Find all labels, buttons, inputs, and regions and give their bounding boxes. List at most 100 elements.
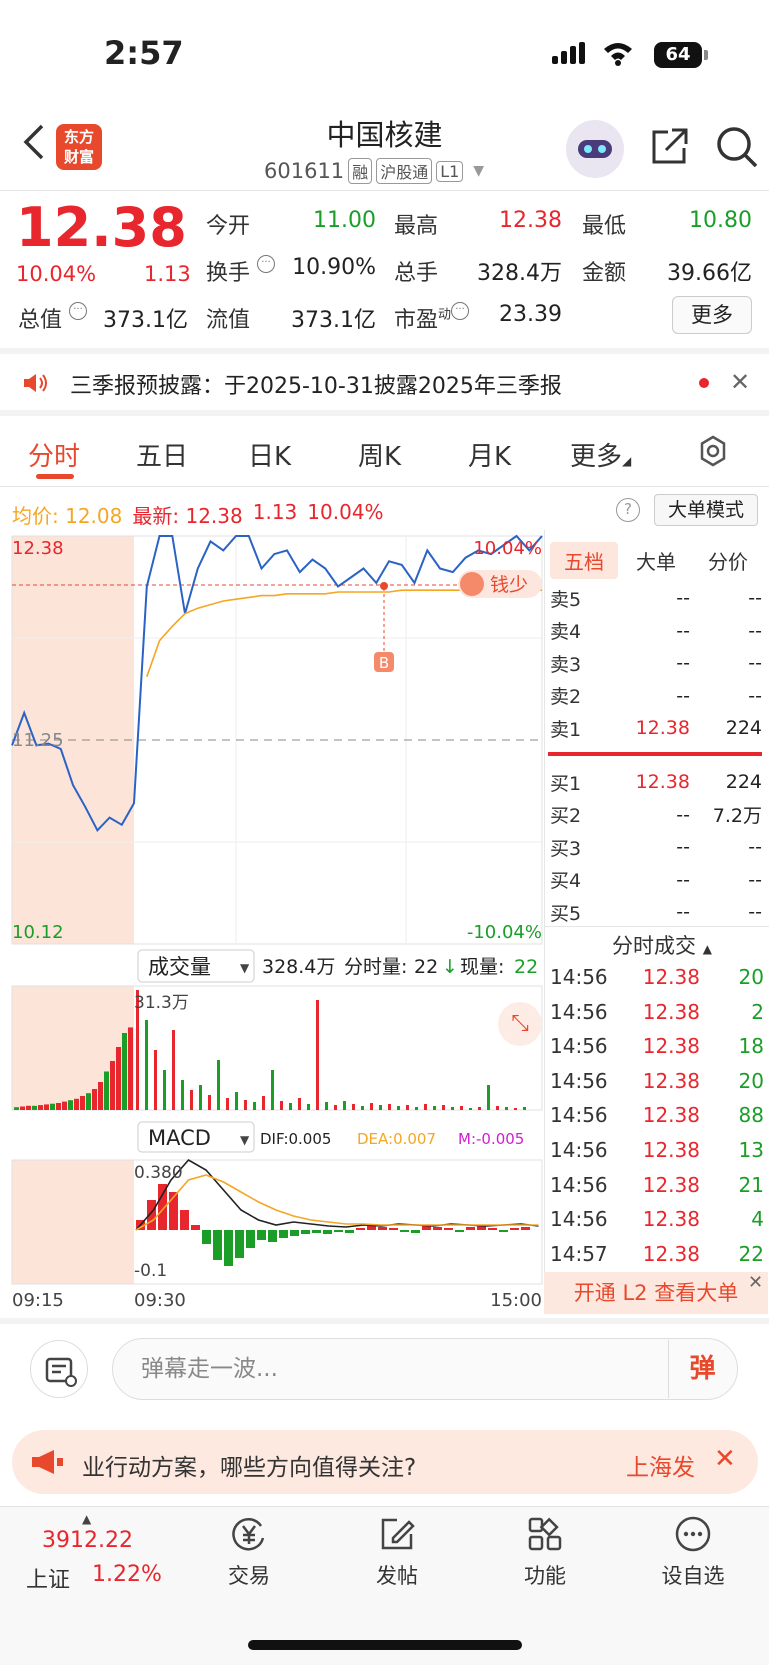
volume-bar xyxy=(163,1070,166,1110)
volume-bar xyxy=(442,1105,445,1110)
tab-intraday[interactable]: 分时 xyxy=(28,436,80,473)
chart-info-line: 均价: 12.08 最新: 12.38 1.13 10.04% xyxy=(12,500,384,529)
volume-bar xyxy=(98,1082,103,1110)
volume-value: 328.4万 xyxy=(477,261,562,286)
tab-daily-k[interactable]: 日K xyxy=(248,436,291,473)
volume-bar xyxy=(154,1050,157,1110)
index-pct[interactable]: 1.22% xyxy=(92,1562,162,1587)
help-icon[interactable]: ? xyxy=(616,498,640,522)
big-order-mode-button[interactable]: 大单模式 xyxy=(654,494,758,526)
volume-bar xyxy=(199,1085,202,1110)
tab-big-orders[interactable]: 大单 xyxy=(636,546,676,575)
close-icon[interactable]: ✕ xyxy=(730,368,750,396)
volume-bar xyxy=(379,1105,382,1110)
turnover-label: 换手 ··· xyxy=(206,255,276,287)
macd-dea-line xyxy=(135,1174,539,1231)
change-amount: 1.13 xyxy=(144,262,191,286)
trade-row: 14:56 12.38 21 xyxy=(550,1172,764,1197)
volume-bar xyxy=(451,1107,454,1110)
trade-row: 14:56 12.38 18 xyxy=(550,1034,764,1059)
volume-bar xyxy=(32,1105,37,1110)
unread-dot xyxy=(699,378,709,388)
volume-bar xyxy=(68,1100,73,1110)
volume-bar xyxy=(505,1107,508,1110)
divider xyxy=(544,926,769,927)
danmu-button[interactable]: 弹 xyxy=(668,1340,736,1398)
last-change: 1.13 xyxy=(252,500,298,524)
axis-top-pct: 10.04% xyxy=(473,538,542,559)
nav-watchlist[interactable]: 设自选 xyxy=(648,1514,738,1590)
macd-bar xyxy=(334,1230,343,1232)
volume-bar xyxy=(172,1030,175,1110)
axis-mid-label: 11.25 xyxy=(12,730,64,751)
minute-vol-label: 分时量: xyxy=(344,956,407,978)
macd-bar xyxy=(290,1230,299,1236)
volume-bar xyxy=(460,1106,463,1110)
trades-title[interactable]: 分时成交 ▲ xyxy=(612,930,712,960)
gear-icon[interactable] xyxy=(696,434,730,468)
info-icon: ··· xyxy=(69,302,88,320)
tab-five-day[interactable]: 五日 xyxy=(136,436,188,473)
macd-dif: DIF:0.005 xyxy=(260,1130,331,1148)
open-value: 11.00 xyxy=(313,208,376,233)
more-circle-icon xyxy=(673,1514,713,1554)
ticker-source[interactable]: 上海发 xyxy=(626,1448,695,1482)
nav-post[interactable]: 发帖 xyxy=(352,1514,442,1590)
tab-price-dist[interactable]: 分价 xyxy=(708,546,748,575)
assistant-robot-icon[interactable] xyxy=(566,120,624,178)
volume-bar xyxy=(116,1047,121,1110)
nav-trade[interactable]: 交易 xyxy=(204,1514,294,1590)
expand-icon[interactable]: ⤡ xyxy=(498,1002,542,1046)
macd-bar xyxy=(422,1226,431,1230)
volume-label: 总手 xyxy=(394,261,439,286)
announcement-text[interactable]: 三季报预披露：于2025-10-31披露2025年三季报 xyxy=(70,368,562,400)
share-icon[interactable] xyxy=(648,126,690,168)
avg-price-line xyxy=(146,589,542,678)
stock-code-row[interactable]: 601611 融 沪股通 L1 ▼ xyxy=(264,158,484,184)
volume-bar xyxy=(352,1104,355,1110)
speaker-icon xyxy=(22,372,48,394)
intraday-chart[interactable]: 12.38 11.25 10.12 10.04% -10.04% B 钱少 成交… xyxy=(0,530,546,1310)
volume-bar xyxy=(128,1027,133,1110)
volume-bar xyxy=(208,1095,211,1110)
megaphone-icon xyxy=(30,1448,64,1480)
battery-icon: 64 xyxy=(654,42,702,68)
nav-functions[interactable]: 功能 xyxy=(500,1514,590,1590)
comment-list-icon[interactable] xyxy=(30,1340,88,1398)
volume-bar xyxy=(122,1033,127,1110)
tab-monthly-k[interactable]: 月K xyxy=(468,436,511,473)
turnover-value: 10.90% xyxy=(292,255,376,280)
index-value[interactable]: 3912.22 xyxy=(42,1528,133,1553)
ticker-text[interactable]: 业行动方案，哪些方向值得关注? xyxy=(82,1448,416,1482)
volume-bar xyxy=(262,1096,265,1110)
volume-bar xyxy=(104,1071,109,1110)
order-book-row: 卖1 12.38 224 xyxy=(550,717,762,741)
volume-bar xyxy=(406,1105,409,1110)
buy-marker-label: B xyxy=(379,654,389,672)
wifi-icon xyxy=(602,40,634,73)
volume-bar xyxy=(334,1105,337,1110)
volume-bar xyxy=(235,1092,238,1110)
tab-level5[interactable]: 五档 xyxy=(550,542,618,579)
volume-bar xyxy=(253,1102,256,1110)
svg-text:▼: ▼ xyxy=(240,1133,250,1147)
minute-vol-value: 22 xyxy=(414,956,438,978)
low-label: 最低 xyxy=(582,214,627,239)
tab-more[interactable]: 更多◢ xyxy=(570,436,631,473)
index-name[interactable]: 上证 xyxy=(26,1562,70,1594)
chevron-down-icon[interactable]: ▼ xyxy=(473,163,484,179)
l2-upgrade-banner[interactable]: 开通 L2 查看大单 xyxy=(544,1272,768,1314)
info-icon: ··· xyxy=(257,255,276,273)
volume-bar xyxy=(92,1089,97,1110)
close-icon[interactable]: ✕ xyxy=(748,1272,763,1293)
more-quote-button[interactable]: 更多 xyxy=(672,296,752,334)
now-vol-label: 现量: xyxy=(460,956,504,978)
last-pct: 10.04% xyxy=(307,500,384,524)
macd-label: MACD xyxy=(148,1126,211,1150)
close-icon[interactable]: ✕ xyxy=(714,1444,736,1474)
tab-weekly-k[interactable]: 周K xyxy=(358,436,401,473)
search-icon[interactable] xyxy=(714,124,760,170)
axis-bottom-label: 10.12 xyxy=(12,922,64,943)
danmu-input[interactable]: 弹幕走一波... xyxy=(112,1338,738,1400)
axis-bottom-pct: -10.04% xyxy=(467,922,542,943)
